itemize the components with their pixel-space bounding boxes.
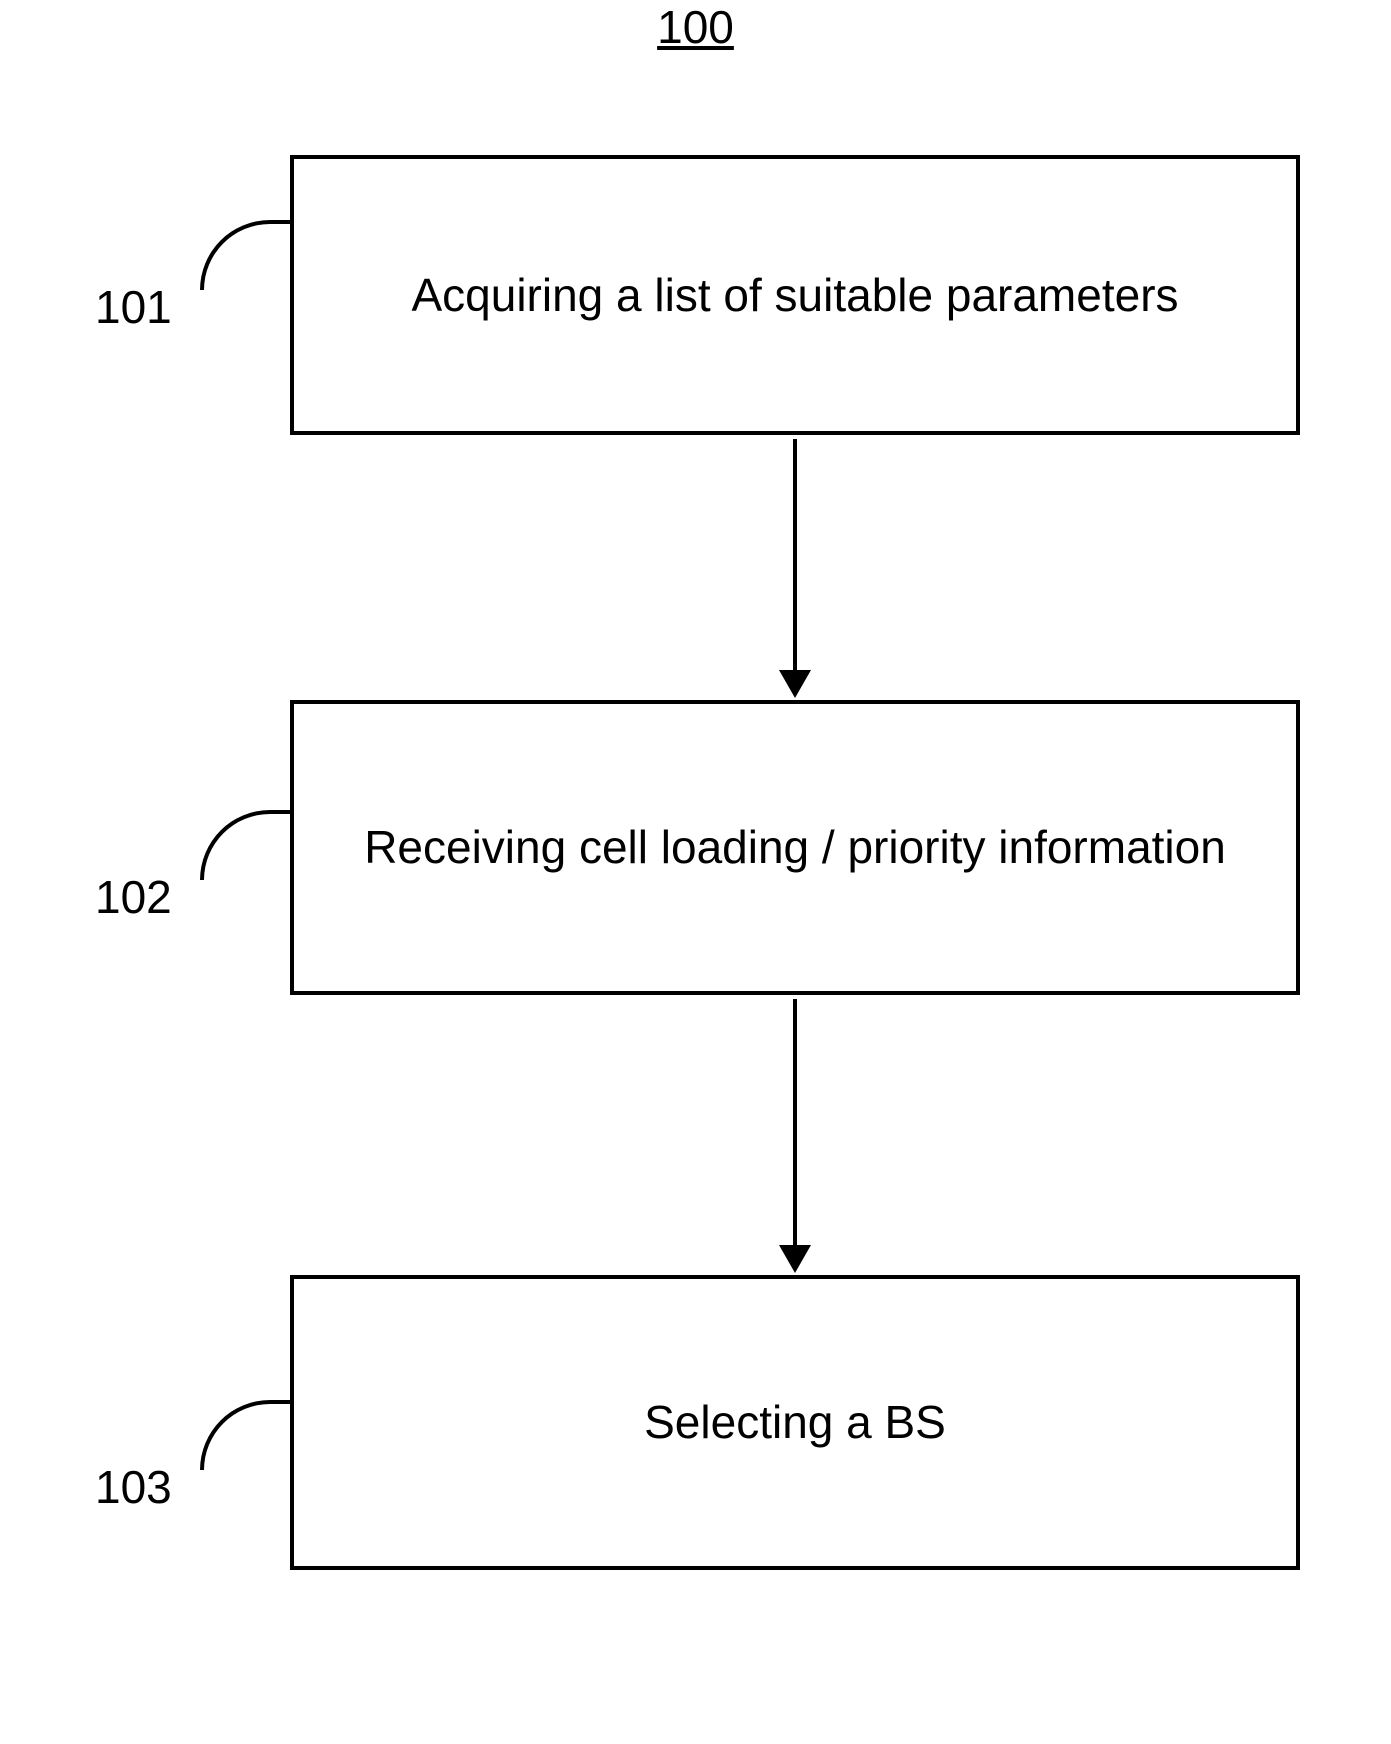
step-box-3: Selecting a BS — [290, 1275, 1300, 1570]
arrow-2-to-3-head — [779, 1245, 811, 1273]
leader-3 — [200, 1400, 290, 1470]
step-text-3: Selecting a BS — [644, 1391, 946, 1453]
leader-1 — [200, 220, 290, 290]
step-ref-3: 103 — [95, 1460, 172, 1514]
step-box-1: Acquiring a list of suitable parameters — [290, 155, 1300, 435]
step-text-2: Receiving cell loading / priority inform… — [364, 816, 1226, 878]
step-ref-1: 101 — [95, 280, 172, 334]
arrow-2-to-3-line — [793, 999, 797, 1249]
figure-reference: 100 — [0, 0, 1391, 54]
step-text-1: Acquiring a list of suitable parameters — [411, 264, 1178, 326]
step-ref-2: 102 — [95, 870, 172, 924]
leader-2 — [200, 810, 290, 880]
arrow-1-to-2-line — [793, 439, 797, 674]
flowchart: 100 Acquiring a list of suitable paramet… — [0, 0, 1391, 1744]
step-box-2: Receiving cell loading / priority inform… — [290, 700, 1300, 995]
arrow-1-to-2-head — [779, 670, 811, 698]
